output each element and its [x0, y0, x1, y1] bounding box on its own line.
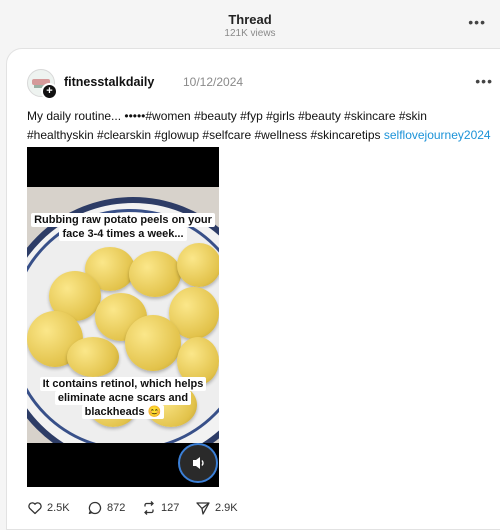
like-count: 2.5K	[47, 502, 70, 514]
speaker-icon[interactable]	[178, 443, 218, 483]
video-caption-bottom: It contains retinol, which helps elimina…	[27, 377, 219, 419]
heart-icon	[28, 502, 42, 515]
comment-count: 872	[107, 502, 126, 514]
post-text: My daily routine... •••••#women #beauty …	[27, 107, 495, 145]
follow-plus-icon[interactable]: +	[41, 83, 58, 100]
comment-icon	[88, 501, 102, 515]
post-more-icon[interactable]: •••	[475, 73, 493, 89]
video-caption-top: Rubbing raw potato peels on your face 3-…	[27, 213, 219, 241]
video-player[interactable]: Rubbing raw potato peels on your face 3-…	[27, 147, 219, 487]
page-title: Thread	[228, 12, 272, 27]
comment-button[interactable]: 872	[87, 500, 125, 516]
repost-icon	[144, 501, 154, 515]
more-dots-icon[interactable]: •••	[468, 14, 486, 30]
thread-header: Thread 121K views •••	[0, 0, 500, 48]
hashtag-link[interactable]: selflovejourney2024	[384, 128, 491, 142]
share-button[interactable]: 2.9K	[195, 500, 238, 516]
like-button[interactable]: 2.5K	[27, 500, 70, 516]
post-date: 10/12/2024	[183, 75, 244, 89]
send-icon	[196, 502, 210, 515]
repost-count: 127	[161, 502, 180, 514]
share-count: 2.9K	[215, 502, 238, 514]
post-text-main: My daily routine... •••••#women #beauty …	[27, 109, 427, 142]
post-card: + fitnesstalkdaily 10/12/2024 ••• My dai…	[6, 48, 500, 530]
action-bar: 2.5K 872 127 2.9K	[27, 500, 487, 520]
username[interactable]: fitnesstalkdaily	[64, 75, 154, 89]
view-count: 121K views	[224, 28, 276, 39]
repost-button[interactable]: 127	[141, 500, 179, 516]
